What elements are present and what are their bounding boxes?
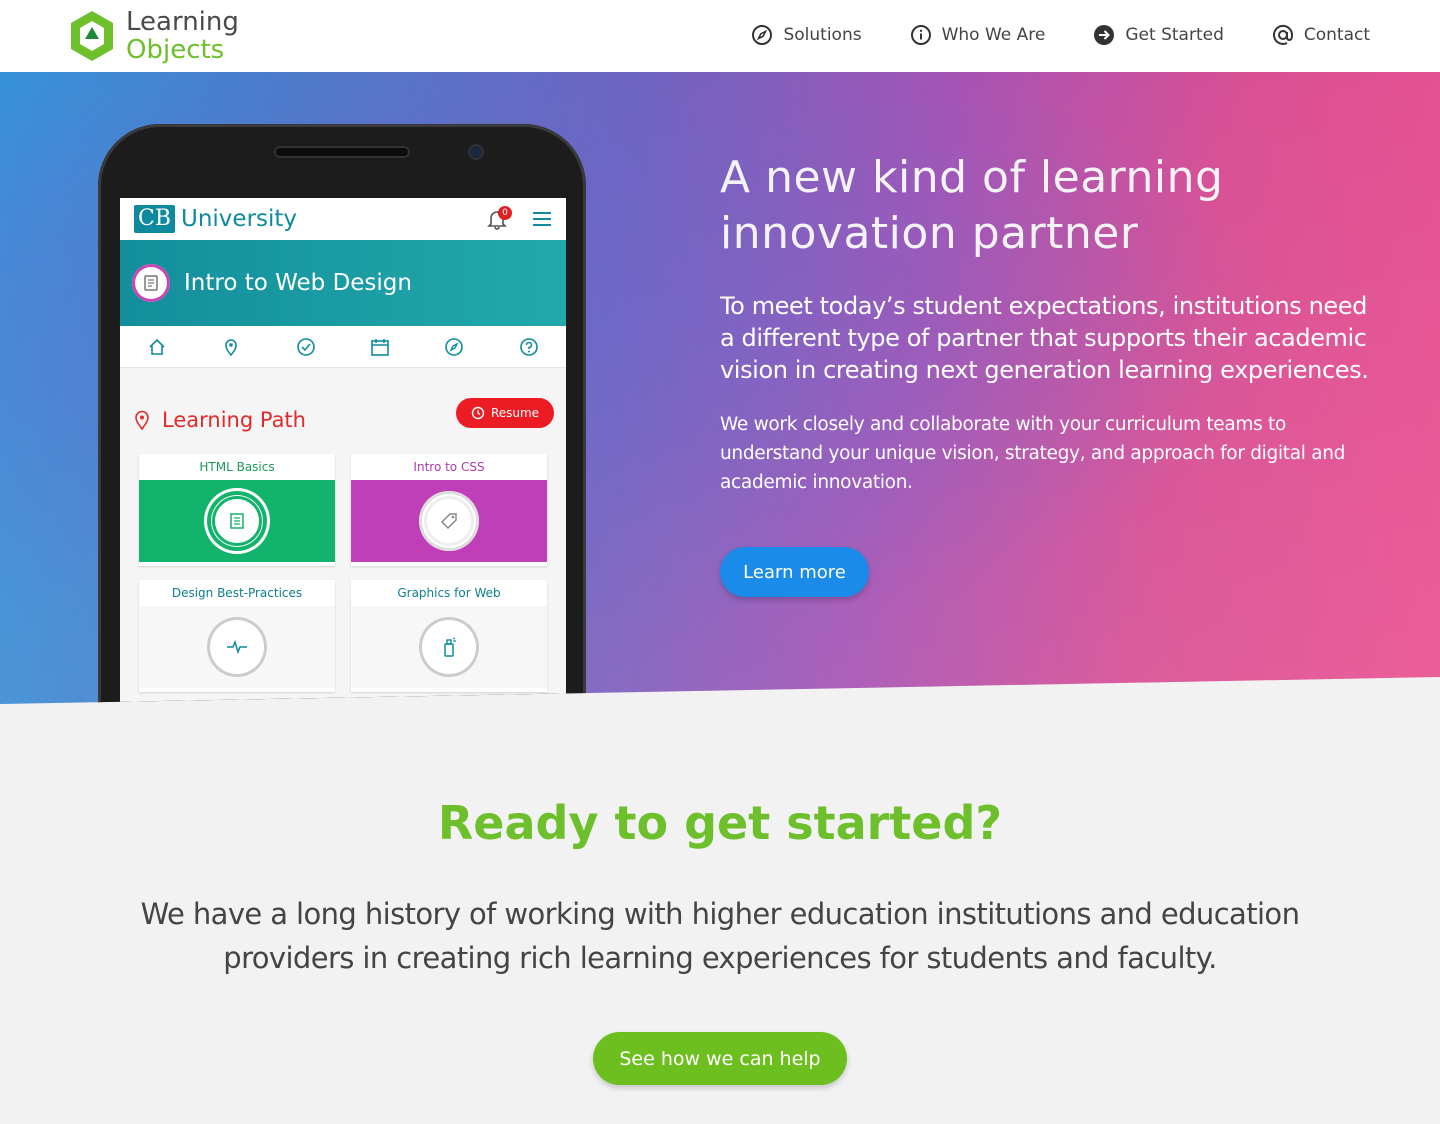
learning-path-header: Learning Path Resume	[120, 368, 566, 444]
phone-camera	[468, 144, 484, 160]
nav-label: Get Started	[1125, 25, 1224, 45]
home-icon[interactable]	[147, 337, 167, 357]
at-sign-icon	[1272, 24, 1293, 45]
module-card-graphics-for-web[interactable]: Graphics for Web	[351, 580, 547, 692]
logo-line-2: Objects	[126, 35, 225, 65]
pulse-icon	[212, 622, 262, 672]
nav-item-contact[interactable]: Contact	[1272, 24, 1370, 46]
site-header: Learning Objects Solutions Who We Are Ge…	[0, 0, 1440, 72]
hexagon-logo-icon	[71, 11, 113, 61]
hero-section: CB University 0 Intro to Web Design Lear…	[0, 72, 1440, 704]
arrow-right-circle-icon	[1094, 25, 1115, 45]
hamburger-menu-icon[interactable]	[532, 210, 552, 228]
nav-label: Solutions	[783, 25, 862, 45]
map-pin-icon	[135, 410, 149, 430]
app-header: CB University 0	[120, 198, 566, 240]
map-pin-icon[interactable]	[221, 337, 241, 357]
compass-icon	[752, 25, 773, 45]
nav-item-get-started[interactable]: Get Started	[1093, 24, 1224, 46]
nav-item-who-we-are[interactable]: Who We Are	[910, 24, 1046, 46]
course-progress-icon	[132, 264, 170, 302]
nav-label: Who We Are	[941, 25, 1046, 45]
calendar-icon[interactable]	[370, 337, 390, 357]
module-title: HTML Basics	[199, 460, 275, 474]
app-logo-mark: CB	[134, 205, 175, 233]
see-how-we-can-help-button[interactable]: See how we can help	[593, 1032, 847, 1085]
phone-screen: CB University 0 Intro to Web Design Lear…	[120, 198, 566, 704]
module-visual	[139, 480, 335, 562]
main-nav: Solutions Who We Are Get Started Contact	[751, 24, 1370, 46]
course-title: Intro to Web Design	[184, 270, 412, 296]
hero-body: We work closely and collaborate with you…	[720, 414, 1346, 493]
hero-title: A new kind of learning innovation partne…	[720, 152, 1224, 259]
resume-label: Resume	[490, 406, 540, 420]
module-title: Design Best-Practices	[171, 586, 303, 600]
module-card-design-best-practices[interactable]: Design Best-Practices	[139, 580, 335, 692]
phone-mockup: CB University 0 Intro to Web Design Lear…	[98, 124, 586, 704]
help-circle-icon[interactable]	[519, 337, 539, 357]
module-card-html-basics[interactable]: HTML Basics	[139, 454, 335, 566]
app-logo-name: University	[181, 206, 298, 232]
cta-body: We have a long history of working with h…	[140, 897, 1300, 975]
logo-wordmark: Learning Objects	[126, 8, 239, 64]
resume-button[interactable]: Resume	[456, 398, 554, 428]
cta-title: Ready to get started?	[437, 796, 1003, 850]
module-visual	[351, 606, 547, 688]
check-circle-icon[interactable]	[296, 337, 316, 357]
learn-more-button[interactable]: Learn more	[720, 547, 869, 597]
progress-ring	[207, 617, 267, 677]
document-icon	[144, 275, 158, 291]
compass-icon[interactable]	[444, 337, 464, 357]
nav-label: Contact	[1303, 25, 1370, 45]
progress-ring	[419, 617, 479, 677]
progress-ring	[207, 491, 267, 551]
notification-badge: 0	[498, 206, 512, 220]
module-visual	[351, 480, 547, 562]
timer-icon	[471, 406, 485, 420]
hero-lead: To meet today’s student expectations, in…	[720, 292, 1369, 384]
tag-icon	[424, 496, 474, 546]
progress-ring	[419, 491, 479, 551]
learning-path-cards: HTML Basics Intro to CSS Design Best-Pra…	[120, 444, 566, 692]
module-visual	[139, 606, 335, 688]
module-title: Graphics for Web	[397, 586, 501, 600]
phone-speaker	[274, 146, 410, 158]
module-title: Intro to CSS	[413, 460, 485, 474]
learning-path-title: Learning Path	[162, 408, 306, 432]
module-card-intro-to-css[interactable]: Intro to CSS	[351, 454, 547, 566]
document-icon	[212, 496, 262, 546]
logo-line-1: Learning	[126, 7, 239, 37]
nav-item-solutions[interactable]: Solutions	[751, 24, 862, 46]
site-logo[interactable]: Learning Objects	[68, 8, 239, 64]
course-banner: Intro to Web Design	[120, 240, 566, 326]
app-tab-bar	[120, 326, 566, 368]
spray-icon	[424, 622, 474, 672]
info-icon	[910, 25, 931, 45]
